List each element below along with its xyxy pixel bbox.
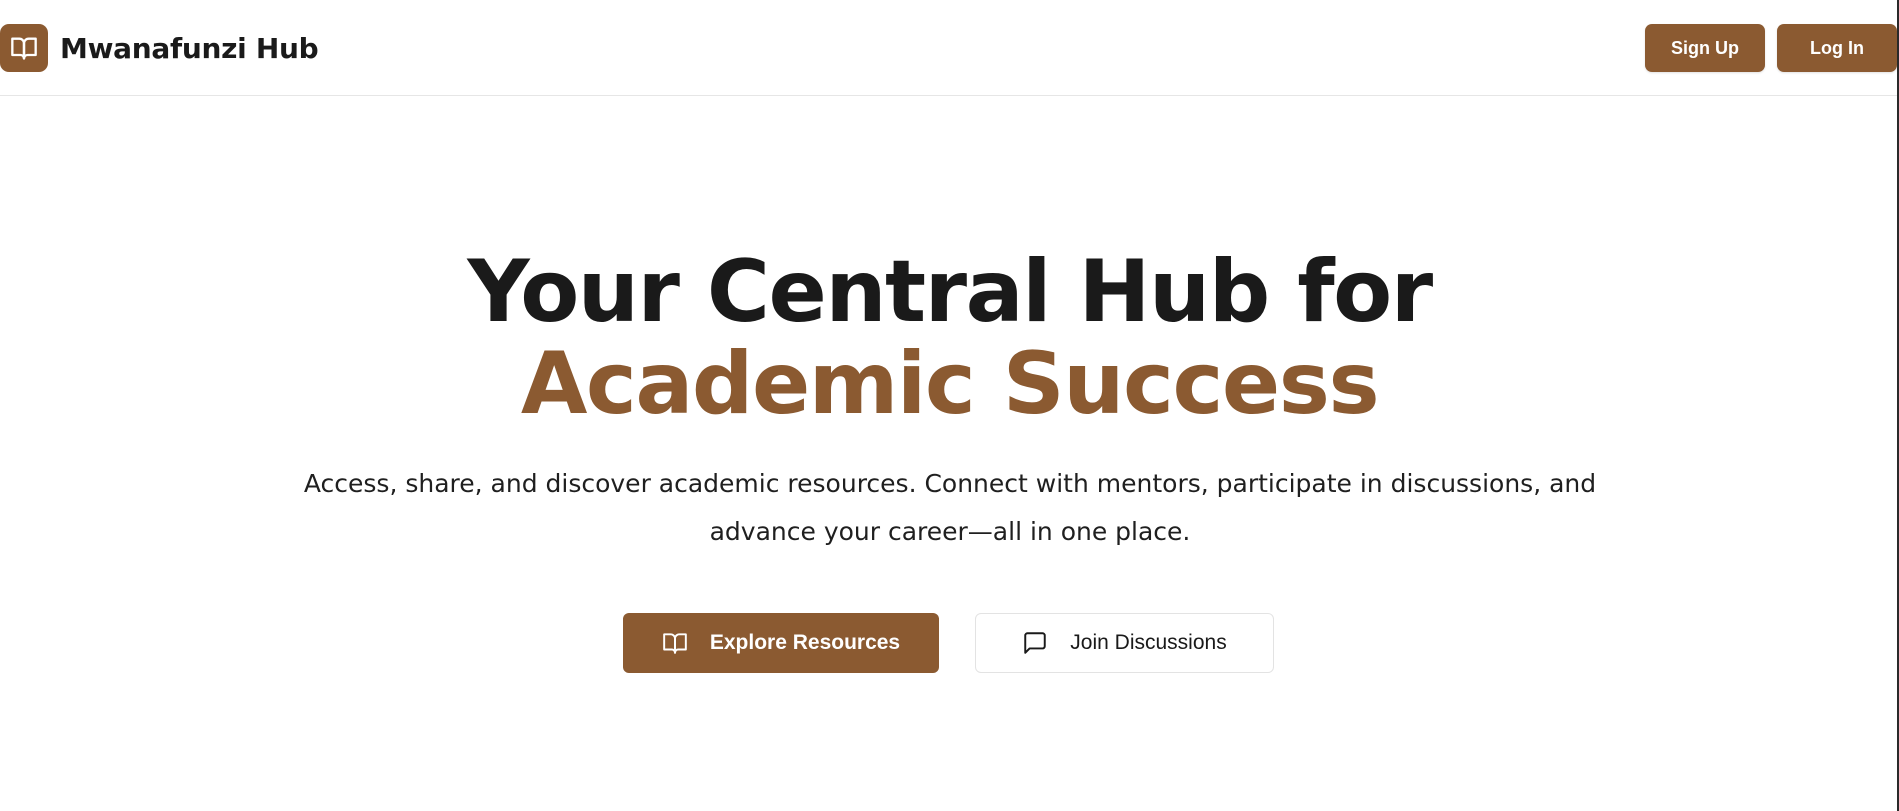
brand-name: Mwanafunzi Hub <box>60 31 319 65</box>
hero-title-line-1: Your Central Hub for <box>467 242 1433 342</box>
log-in-button[interactable]: Log In <box>1777 24 1897 72</box>
book-open-icon <box>662 630 688 656</box>
explore-resources-label: Explore Resources <box>709 631 901 654</box>
join-discussions-label: Join Discussions <box>1070 631 1227 654</box>
explore-resources-button[interactable]: Explore Resources <box>623 613 939 673</box>
top-navigation-bar: Mwanafunzi Hub Sign Up Log In <box>0 0 1899 96</box>
hero-description: Access, share, and discover academic res… <box>303 469 1597 546</box>
landing-page: Mwanafunzi Hub Sign Up Log In Your Centr… <box>0 0 1899 811</box>
brand[interactable]: Mwanafunzi Hub <box>0 24 319 72</box>
message-square-icon <box>1022 630 1048 656</box>
hero-title-line-2: Academic Success <box>520 334 1380 434</box>
join-discussions-button[interactable]: Join Discussions <box>975 613 1274 673</box>
book-open-icon <box>0 24 48 72</box>
sign-up-button[interactable]: Sign Up <box>1645 24 1765 72</box>
